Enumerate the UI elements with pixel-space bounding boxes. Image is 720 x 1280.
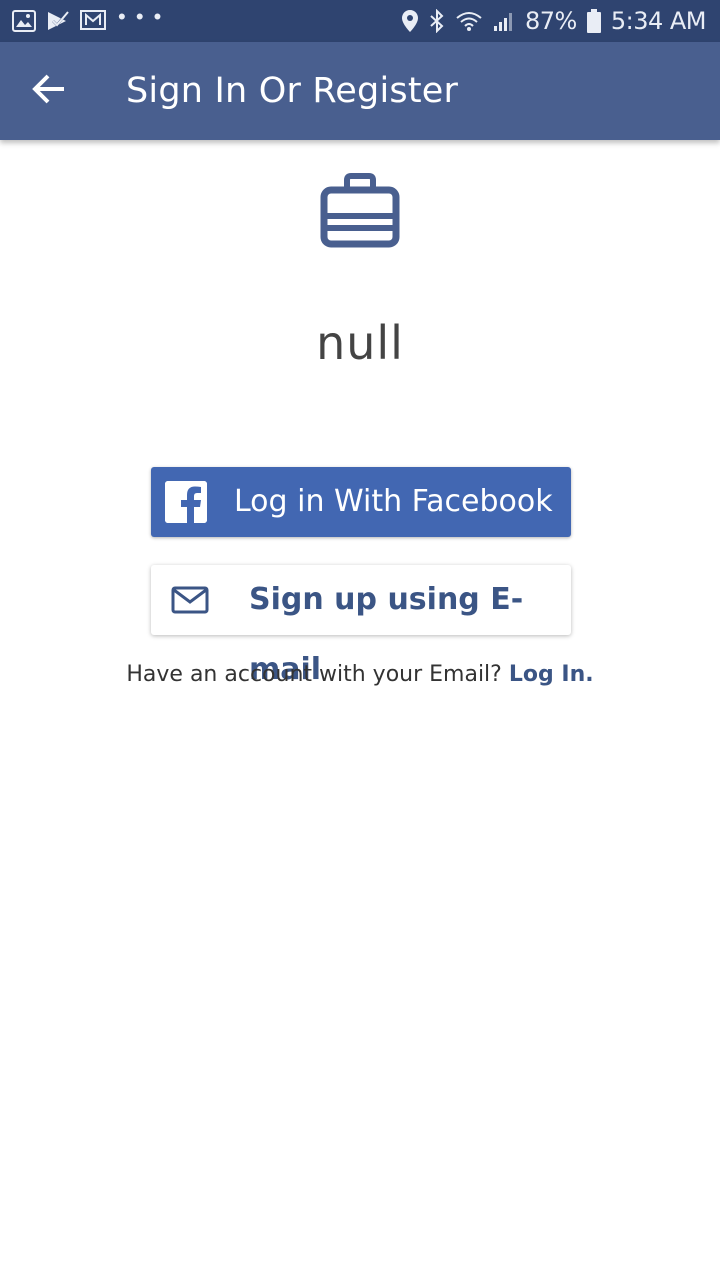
page-title: Sign In Or Register — [126, 71, 459, 111]
app-bar: Sign In Or Register — [0, 42, 720, 140]
mail-icon — [171, 586, 209, 614]
email-signup-button[interactable]: Sign up using E-mail — [151, 565, 571, 687]
more-notifications-icon: • • • — [118, 4, 164, 29]
signal-icon — [493, 10, 515, 32]
facebook-icon — [165, 481, 207, 523]
status-bar: • • • 87% 5:34 AM — [0, 0, 720, 42]
bluetooth-icon — [429, 9, 445, 33]
arrow-left-icon — [32, 74, 66, 109]
login-link[interactable]: Log In. — [509, 662, 594, 687]
company-name: null — [316, 316, 404, 370]
status-bar-left: • • • — [12, 6, 163, 32]
clipboard-check-icon — [46, 10, 70, 32]
back-button[interactable] — [0, 42, 98, 140]
facebook-login-button[interactable]: Log in With Facebook — [151, 467, 571, 537]
email-button-label: Sign up using E-mail — [249, 582, 524, 687]
have-account-text: Have an account with your Email? — [126, 662, 502, 687]
battery-percent: 87% — [525, 7, 577, 35]
mail-app-icon — [80, 10, 108, 32]
wifi-icon — [455, 10, 483, 32]
status-bar-right: 87% 5:34 AM — [401, 7, 707, 35]
location-icon — [401, 9, 419, 33]
gallery-icon — [12, 10, 36, 32]
briefcase-icon — [320, 172, 400, 248]
battery-icon — [586, 9, 601, 33]
clock: 5:34 AM — [610, 7, 707, 35]
login-prompt: Have an account with your Email? Log In. — [0, 662, 720, 687]
facebook-button-label: Log in With Facebook — [234, 484, 553, 519]
